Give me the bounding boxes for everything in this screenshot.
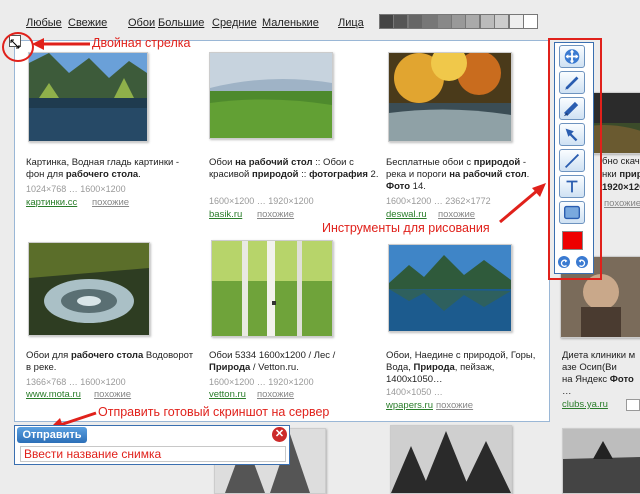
- arrow-icon: [565, 128, 578, 142]
- right-desc-2: нки: [602, 169, 620, 180]
- right-desc-8: …: [562, 386, 572, 397]
- rectangle-icon: [564, 205, 580, 220]
- rectangle-tool[interactable]: [559, 201, 585, 224]
- line-tool[interactable]: [559, 149, 585, 172]
- redo-icon[interactable]: [576, 256, 588, 268]
- right-desc-2-bold: прир: [619, 169, 640, 180]
- result-sizes-4: 1366×768 … 1600×1200: [26, 377, 126, 387]
- right-desc-7: на Яндекс: [562, 374, 610, 385]
- color-filter-swatch[interactable]: [422, 14, 438, 29]
- right-similar[interactable]: похожие: [604, 198, 640, 209]
- color-filter-swatch[interactable]: [523, 14, 538, 29]
- annotation-send-screenshot: Отправить готовый скриншот на сервер: [98, 405, 330, 419]
- filter-wallpapers[interactable]: Обои: [128, 17, 155, 29]
- result-thumb-3[interactable]: [388, 52, 512, 142]
- filter-small[interactable]: Маленькие: [262, 17, 319, 29]
- screenshot-name-field[interactable]: Ввести название снимка: [20, 446, 286, 462]
- send-button[interactable]: Отправить: [17, 427, 87, 443]
- result-source-5[interactable]: vetton.ru: [209, 389, 246, 400]
- result-source-3[interactable]: deswal.ru: [386, 209, 427, 220]
- annotation-double-arrow: Двойная стрелка: [92, 36, 191, 50]
- close-icon[interactable]: ✕: [272, 427, 287, 442]
- pencil-icon: [565, 76, 579, 90]
- pencil-tool[interactable]: [559, 71, 585, 94]
- result-desc-1: Картинка, Водная гладь картинки - фон дл…: [26, 157, 180, 180]
- color-filter-swatch[interactable]: [465, 14, 481, 29]
- line-icon: [564, 153, 580, 168]
- result-sizes-1: 1024×768 … 1600×1200: [26, 184, 126, 194]
- result-thumb-6[interactable]: [388, 244, 512, 332]
- right-desc-1: бно скачат: [602, 156, 640, 167]
- result-similar-6[interactable]: похожие: [436, 400, 473, 411]
- result-similar-2[interactable]: похожие: [257, 209, 294, 220]
- result-thumb-2[interactable]: [209, 52, 333, 139]
- bottom-thumb-3[interactable]: [562, 428, 640, 494]
- result-desc-5: Обои 5334 1600x1200 / Лес / Природа / Ve…: [209, 350, 336, 373]
- result-thumb-1[interactable]: [28, 52, 148, 142]
- right-desc-6: азе Осип(Ви: [562, 362, 617, 373]
- result-desc-4: Обои для рабочего стола Водоворот в реке…: [26, 350, 194, 373]
- color-filter-swatch[interactable]: [451, 14, 466, 29]
- result-sizes-2: 1600×1200 … 1920×1200: [209, 196, 314, 206]
- filter-medium[interactable]: Средние: [212, 17, 257, 29]
- result-thumb-4[interactable]: [28, 242, 150, 336]
- right-expand-icon[interactable]: [626, 399, 640, 411]
- result-similar-3[interactable]: похожие: [438, 209, 475, 220]
- result-source-6[interactable]: wpapers.ru: [386, 400, 433, 411]
- color-filter-swatch[interactable]: [479, 14, 495, 29]
- right-desc-5: Диета клиники м: [562, 350, 636, 361]
- color-filter-swatch[interactable]: [494, 14, 510, 29]
- filter-fresh[interactable]: Свежие: [68, 17, 107, 29]
- filter-any[interactable]: Любые: [26, 17, 62, 29]
- result-similar-5[interactable]: похожие: [257, 389, 294, 400]
- filter-large[interactable]: Большие: [158, 17, 204, 29]
- bottom-thumb-2[interactable]: [390, 425, 512, 494]
- result-source-4[interactable]: www.mota.ru: [26, 389, 81, 400]
- current-color-swatch[interactable]: [562, 231, 583, 250]
- color-filter-swatch[interactable]: [393, 14, 409, 29]
- result-thumb-5[interactable]: [211, 240, 333, 337]
- result-sizes-5: 1600×1200 … 1920×1200: [209, 377, 314, 387]
- move-icon: [564, 49, 580, 64]
- annotation-arrow-double: [32, 38, 90, 50]
- color-filter-swatch[interactable]: [407, 14, 423, 29]
- marker-tool[interactable]: [559, 97, 585, 120]
- result-similar-1[interactable]: похожие: [92, 197, 129, 208]
- color-filter-swatch[interactable]: [379, 14, 394, 29]
- result-similar-4[interactable]: похожие: [94, 389, 131, 400]
- right-source[interactable]: clubs.ya.ru: [562, 399, 608, 410]
- result-source-2[interactable]: basik.ru: [209, 209, 242, 220]
- text-tool[interactable]: [559, 175, 585, 198]
- right-desc-3: 1920×1200: [602, 182, 640, 193]
- move-tool[interactable]: [559, 45, 585, 68]
- undo-icon[interactable]: [558, 256, 570, 268]
- right-desc-7-bold: Фото: [609, 374, 634, 385]
- annotation-arrow-tools: [499, 183, 546, 224]
- result-sizes-6: 1400×1050 …: [386, 387, 443, 397]
- filter-faces[interactable]: Лица: [338, 17, 364, 29]
- result-source-1[interactable]: картинки.сс: [26, 197, 77, 208]
- text-icon: [566, 180, 578, 193]
- result-desc-6: Обои, Наедине с природой, Горы, Вода, Пр…: [386, 350, 536, 385]
- color-filter-swatch[interactable]: [436, 14, 452, 29]
- annotation-drawing-tools: Инструменты для рисования: [322, 221, 490, 235]
- color-filter-swatch[interactable]: [508, 14, 524, 29]
- arrow-tool[interactable]: [559, 123, 585, 146]
- marker-icon: [563, 101, 579, 117]
- result-sizes-3: 1600×1200 … 2362×1772: [386, 196, 491, 206]
- result-desc-2: Обои на рабочий стол :: Обои с красивой …: [209, 157, 379, 180]
